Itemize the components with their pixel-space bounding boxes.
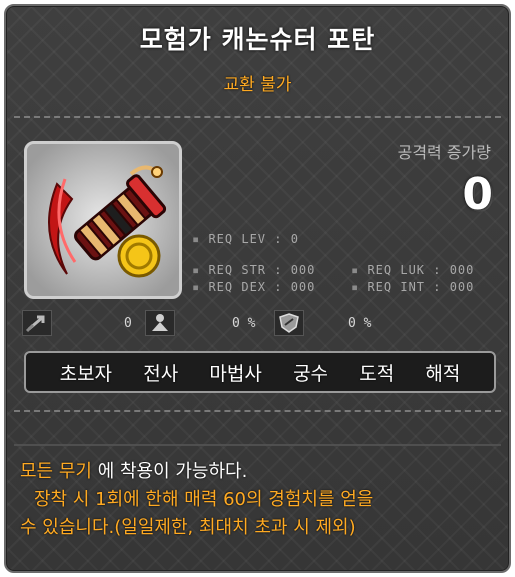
divider (14, 116, 501, 118)
stat-value-1: 0 (124, 316, 132, 331)
job-beginner: 초보자 (59, 362, 113, 385)
req-int: REQ INT : 000 (351, 280, 474, 294)
arrow-icon (22, 310, 52, 336)
trade-status: 교환 불가 (223, 75, 292, 95)
item-description: 모든 무기 에 착용이 가능하다. 장착 시 1회에 한해 매력 60의 경험치… (20, 458, 505, 542)
req-str: REQ STR : 000 (192, 263, 315, 277)
job-thief: 도적 (359, 362, 395, 385)
character-icon (145, 310, 175, 336)
description-highlight: 모든 무기 (20, 461, 92, 482)
job-magician: 마법사 (209, 362, 262, 385)
job-warrior: 전사 (143, 362, 179, 385)
cannon-shell-icon (27, 144, 179, 296)
stat-value-3: 0 % (348, 316, 372, 331)
divider (14, 444, 501, 446)
job-bowman: 궁수 (293, 362, 329, 385)
description-text: 에 착용이 가능하다. (91, 461, 248, 482)
description-line: 수 있습니다.(일일제한, 최대치 초과 시 제외) (20, 517, 356, 538)
shield-icon (274, 310, 304, 336)
divider (14, 410, 501, 412)
req-luk: REQ LUK : 000 (351, 263, 474, 277)
item-name: 모험가 캐논슈터 포탄 (139, 25, 376, 54)
job-pirate: 해적 (425, 362, 461, 385)
item-tooltip: 모험가 캐논슈터 포탄 교환 불가 공격력 증가량 0 ▪ REQ LEV: … (4, 4, 511, 573)
req-level: REQ LEV : 0 (192, 232, 299, 246)
description-line: 장착 시 1회에 한해 매력 60의 경험치를 얻을 (34, 489, 374, 510)
attack-increase-label: 공격력 증가량 (397, 143, 491, 162)
req-dex: REQ DEX : 000 (192, 280, 315, 294)
attack-increase-value: 0 (462, 169, 493, 220)
stat-value-2: 0 % (232, 316, 256, 331)
item-icon-frame (24, 141, 182, 299)
job-requirement-bar: 초보자 전사 마법사 궁수 도적 해적 (24, 351, 496, 393)
